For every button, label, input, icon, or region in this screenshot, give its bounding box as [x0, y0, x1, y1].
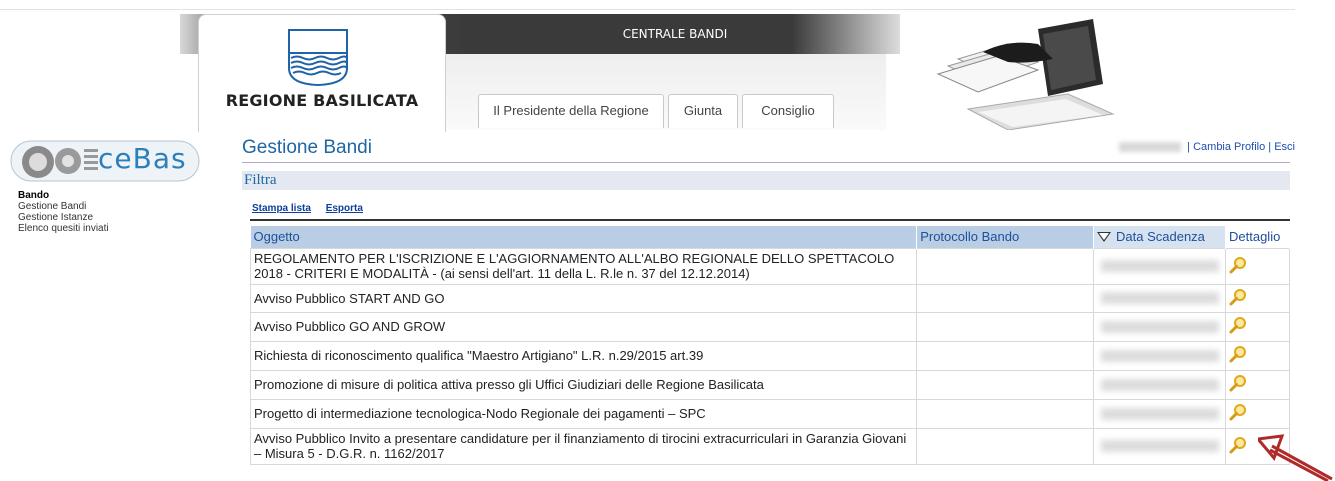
cell-oggetto: REGOLAMENTO PER L'ISCRIZIONE E L'AGGIORN… [249, 247, 918, 285]
cell-data-scadenza [1093, 340, 1226, 371]
date-blurred [1100, 378, 1219, 391]
cell-protocollo [916, 283, 1095, 313]
cell-protocollo [916, 427, 1095, 465]
tab-giunta[interactable]: Giunta [668, 94, 738, 128]
cell-dettaglio [1225, 369, 1290, 400]
cell-data-scadenza [1093, 427, 1226, 465]
magnifier-icon[interactable] [1229, 256, 1247, 274]
sort-descending-icon [1097, 232, 1112, 243]
table-row: Avviso Pubblico START AND GO [249, 283, 1290, 313]
cell-data-scadenza [1093, 311, 1226, 342]
cell-oggetto: Progetto di intermediazione tecnologica-… [249, 398, 918, 429]
cell-dettaglio [1225, 283, 1290, 313]
date-blurred [1100, 349, 1219, 362]
magnifier-icon[interactable] [1229, 403, 1247, 421]
list-actions: Stampa lista Esporta [252, 203, 375, 214]
table-row: Progetto di intermediazione tecnologica-… [249, 398, 1290, 429]
date-blurred [1100, 320, 1219, 333]
table-row: Promozione di misure di politica attiva … [249, 369, 1290, 400]
column-header-protocollo[interactable]: Protocollo Bando [916, 226, 1095, 248]
change-profile-link[interactable]: Cambia Profilo [1193, 141, 1265, 153]
table-header-row: Oggetto Protocollo Bando Data Scadenza D… [250, 226, 1290, 248]
cell-dettaglio [1225, 247, 1290, 285]
sidebar-section-title: Bando [18, 190, 50, 201]
sidebar-item-gestione-istanze[interactable]: Gestione Istanze [18, 212, 109, 223]
cell-data-scadenza [1093, 247, 1226, 285]
table-body: REGOLAMENTO PER L'ISCRIZIONE E L'AGGIORN… [249, 247, 1290, 465]
magnifier-icon[interactable] [1229, 288, 1247, 306]
user-link-separator: | [1187, 141, 1191, 153]
column-header-data-scadenza-label: Data Scadenza [1116, 229, 1205, 245]
magnifier-icon[interactable] [1229, 345, 1247, 363]
cell-dettaglio [1225, 398, 1290, 429]
cell-protocollo [916, 398, 1095, 429]
sidebar-menu: Bando Gestione Bandi Gestione Istanze El… [18, 190, 109, 234]
magnifier-icon[interactable] [1229, 436, 1247, 454]
export-link[interactable]: Esporta [326, 203, 363, 214]
cell-protocollo [916, 311, 1095, 342]
cell-oggetto: Avviso Pubblico START AND GO [249, 283, 918, 313]
cell-data-scadenza [1093, 369, 1226, 400]
date-blurred [1100, 407, 1219, 420]
magnifier-icon[interactable] [1229, 316, 1247, 334]
tab-consiglio[interactable]: Consiglio [742, 94, 834, 128]
region-logo-tab[interactable]: REGIONE BASILICATA [198, 14, 446, 132]
cebas-logo-text: ceBas [98, 142, 187, 175]
sidebar-item-gestione-bandi[interactable]: Gestione Bandi [18, 201, 109, 212]
table-row: Avviso Pubblico Invito a presentare cand… [249, 427, 1290, 465]
header-top-line [0, 9, 1295, 10]
date-blurred [1100, 292, 1219, 304]
date-blurred [1100, 260, 1219, 272]
site-header: REGIONE BASILICATA CENTRALE BANDI Il Pre… [0, 0, 1295, 132]
cell-dettaglio [1225, 311, 1290, 342]
cell-data-scadenza [1093, 398, 1226, 429]
cell-data-scadenza [1093, 283, 1226, 313]
table-row: Avviso Pubblico GO AND GROW [249, 311, 1290, 342]
user-name-blurred [1119, 142, 1182, 153]
filter-toggle[interactable]: Filtra [242, 171, 1290, 190]
logout-link[interactable]: Esci [1274, 141, 1295, 153]
title-divider [242, 162, 1290, 163]
region-name: REGIONE BASILICATA [225, 91, 419, 110]
actions-divider [250, 219, 1290, 221]
column-header-data-scadenza[interactable]: Data Scadenza [1093, 226, 1226, 248]
cell-oggetto: Richiesta di riconoscimento qualifica "M… [249, 340, 918, 371]
cell-oggetto: Promozione di misure di politica attiva … [249, 369, 918, 400]
user-link-separator: | [1268, 141, 1272, 153]
user-links: | Cambia Profilo | Esci [1119, 141, 1295, 153]
cell-oggetto: Avviso Pubblico GO AND GROW [249, 311, 918, 342]
main-content: Gestione Bandi | Cambia Profilo | Esci F… [242, 137, 1295, 465]
cell-protocollo [916, 340, 1095, 371]
bandi-table: Oggetto Protocollo Bando Data Scadenza D… [249, 226, 1290, 465]
cell-dettaglio [1225, 340, 1290, 371]
date-blurred [1100, 440, 1219, 452]
region-crest-icon [288, 29, 348, 86]
red-arrow-icon [1258, 434, 1333, 481]
table-row: Richiesta di riconoscimento qualifica "M… [249, 340, 1290, 371]
banner-title: CENTRALE BANDI [622, 27, 728, 41]
column-header-oggetto[interactable]: Oggetto [250, 226, 918, 248]
tab-presidente[interactable]: Il Presidente della Regione [478, 94, 664, 128]
cell-protocollo [916, 247, 1095, 285]
documents-photo [936, 19, 1115, 130]
magnifier-icon[interactable] [1229, 374, 1247, 392]
table-row: REGOLAMENTO PER L'ISCRIZIONE E L'AGGIORN… [249, 247, 1290, 285]
print-list-link[interactable]: Stampa lista [252, 203, 311, 214]
sidebar-item-elenco-quesiti[interactable]: Elenco quesiti inviati [18, 223, 109, 234]
cell-oggetto: Avviso Pubblico Invito a presentare cand… [249, 427, 918, 465]
cell-protocollo [916, 369, 1095, 400]
column-header-dettaglio: Dettaglio [1225, 226, 1290, 248]
